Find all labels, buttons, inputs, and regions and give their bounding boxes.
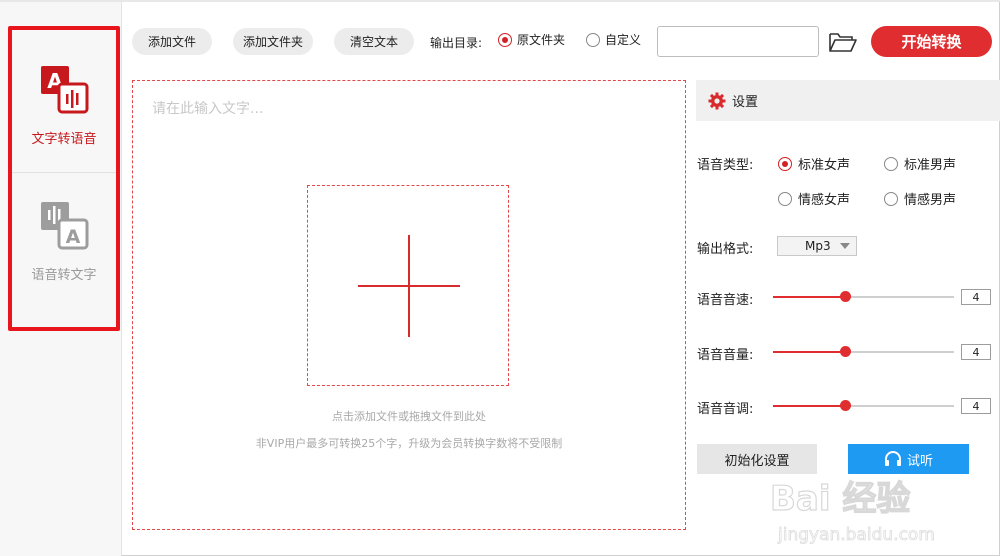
- radio-selected-icon: [778, 156, 792, 171]
- add-file-button[interactable]: 添加文件: [132, 28, 212, 55]
- chevron-down-icon: [840, 243, 850, 249]
- output-format-select[interactable]: Mp3: [777, 236, 857, 256]
- radio-unselected-icon: [778, 191, 792, 206]
- voice-option-standard-male[interactable]: 标准男声: [884, 154, 956, 173]
- output-original-radio[interactable]: 原文件夹: [498, 31, 565, 48]
- output-path-input[interactable]: [657, 26, 819, 57]
- radio-unselected-icon: [884, 156, 898, 171]
- settings-header: 设置: [696, 80, 1000, 121]
- speed-slider[interactable]: [773, 290, 954, 304]
- reset-settings-button[interactable]: 初始化设置: [697, 444, 817, 474]
- pitch-value-box[interactable]: 4: [961, 398, 991, 414]
- voice-option-label: 情感女声: [798, 193, 851, 208]
- add-file-dropzone[interactable]: [307, 185, 509, 386]
- output-custom-label: 自定义: [605, 33, 642, 47]
- output-custom-radio[interactable]: 自定义: [586, 31, 641, 48]
- voice-option-standard-female[interactable]: 标准女声: [778, 154, 850, 173]
- browse-folder-button[interactable]: [828, 30, 858, 54]
- output-format-value: Mp3: [805, 239, 831, 253]
- folder-open-icon: [829, 33, 857, 52]
- volume-value-box[interactable]: 4: [961, 344, 991, 360]
- slider-thumb[interactable]: [840, 291, 851, 302]
- volume-label: 语音音量:: [697, 348, 754, 363]
- voice-type-label: 语音类型:: [697, 158, 754, 173]
- pitch-label: 语音音调:: [697, 402, 754, 417]
- vip-limit-hint: 非VIP用户最多可转换25个字，升级为会员转换字数将不受限制: [255, 437, 563, 450]
- listen-button[interactable]: 试听: [848, 444, 969, 474]
- radio-unselected-icon: [586, 32, 600, 47]
- radio-unselected-icon: [884, 191, 898, 206]
- headphones-icon: [884, 451, 901, 466]
- voice-option-label: 情感男声: [904, 193, 957, 208]
- output-dir-label: 输出目录:: [430, 36, 483, 50]
- dropzone-hint: 点击添加文件或拖拽文件到此处: [332, 410, 486, 423]
- volume-slider[interactable]: [773, 345, 954, 359]
- slider-thumb[interactable]: [840, 400, 851, 411]
- radio-selected-icon: [498, 32, 512, 47]
- output-original-label: 原文件夹: [517, 33, 566, 47]
- add-folder-button[interactable]: 添加文件夹: [233, 28, 313, 55]
- plus-icon-vertical: [408, 235, 410, 337]
- speed-label: 语音音速:: [697, 293, 754, 308]
- output-format-label: 输出格式:: [697, 242, 754, 257]
- selection-highlight-box: [8, 26, 120, 331]
- top-border: [0, 0, 1000, 2]
- gear-icon: [708, 92, 726, 109]
- voice-option-label: 标准女声: [798, 158, 851, 173]
- settings-title: 设置: [732, 95, 759, 110]
- clear-text-button[interactable]: 清空文本: [334, 28, 414, 55]
- pitch-slider[interactable]: [773, 399, 954, 413]
- listen-button-label: 试听: [906, 453, 933, 469]
- voice-option-emotional-female[interactable]: 情感女声: [778, 189, 850, 208]
- start-convert-button[interactable]: 开始转换: [871, 26, 992, 57]
- sidebar: A 文字转语音 A 语音转文字: [0, 2, 122, 556]
- text-input-placeholder: 请在此输入文字...: [152, 101, 264, 117]
- speed-value-box[interactable]: 4: [961, 289, 991, 305]
- slider-thumb[interactable]: [840, 346, 851, 357]
- voice-option-emotional-male[interactable]: 情感男声: [884, 189, 956, 208]
- voice-option-label: 标准男声: [904, 158, 957, 173]
